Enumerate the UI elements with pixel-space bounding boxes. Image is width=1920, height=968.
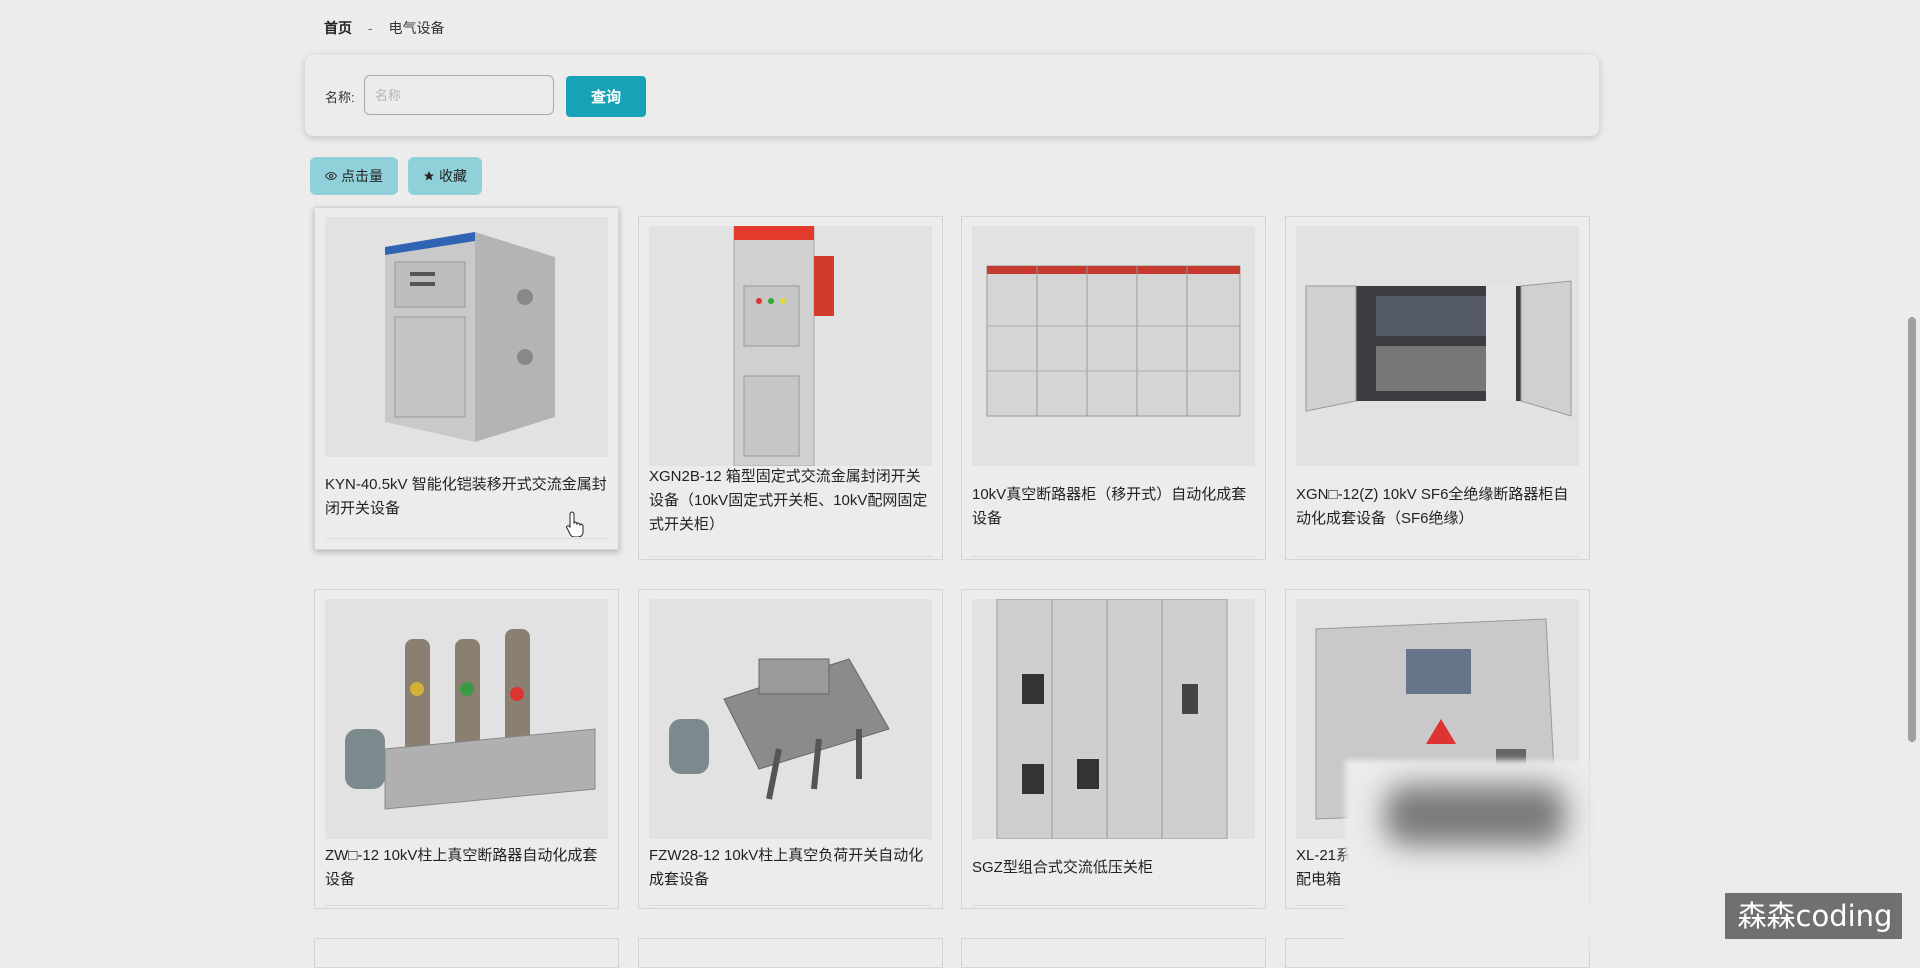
product-image: [649, 599, 932, 839]
blurred-region: [1345, 760, 1590, 952]
card-divider: [649, 905, 932, 906]
product-image: [325, 217, 608, 457]
product-card[interactable]: KYN-40.5kV 智能化铠装移开式交流金属封闭开关设备: [314, 207, 619, 550]
scrollbar-thumb[interactable]: [1908, 317, 1916, 742]
product-card[interactable]: SGZ型组合式交流低压关柜: [961, 589, 1266, 909]
product-image: [1296, 226, 1579, 466]
product-card[interactable]: FZW28-12 10kV柱上真空负荷开关自动化成套设备: [638, 589, 943, 909]
search-button[interactable]: 查询: [566, 76, 646, 117]
hand-cursor-icon: [566, 511, 584, 537]
product-image: [972, 599, 1255, 839]
sort-by-clicks-label: 点击量: [341, 168, 383, 184]
card-divider: [1296, 556, 1579, 557]
sort-by-clicks-button[interactable]: 点击量: [310, 157, 398, 195]
product-card[interactable]: [638, 938, 943, 968]
product-title[interactable]: 10kV真空断路器柜（移开式）自动化成套设备: [972, 483, 1257, 531]
watermark: 森森coding: [1725, 893, 1905, 939]
product-image: [649, 226, 932, 466]
card-divider: [972, 905, 1255, 906]
card-divider: [325, 538, 608, 539]
breadcrumb: 首页 - 电气设备: [324, 18, 444, 38]
breadcrumb-home-link[interactable]: 首页: [324, 20, 352, 36]
breadcrumb-current: 电气设备: [388, 20, 445, 36]
card-divider: [972, 556, 1255, 557]
scrollbar[interactable]: [1902, 0, 1920, 952]
product-card[interactable]: XGN2B-12 箱型固定式交流金属封闭开关设备（10kV固定式开关柜、10kV…: [638, 216, 943, 560]
card-divider: [649, 556, 932, 557]
sort-by-favorites-label: 收藏: [439, 168, 467, 184]
eye-icon: [325, 171, 337, 181]
product-card[interactable]: ZW□-12 10kV柱上真空断路器自动化成套设备: [314, 589, 619, 909]
search-panel: 名称: 查询: [305, 55, 1599, 136]
star-icon: [424, 171, 434, 181]
product-card[interactable]: [314, 938, 619, 968]
product-card[interactable]: 10kV真空断路器柜（移开式）自动化成套设备: [961, 216, 1266, 560]
search-input[interactable]: [364, 75, 554, 115]
search-label: 名称:: [325, 90, 355, 105]
product-image: [972, 226, 1255, 466]
product-card[interactable]: XGN□-12(Z) 10kV SF6全绝缘断路器柜自动化成套设备（SF6绝缘）: [1285, 216, 1590, 560]
product-image: [325, 599, 608, 839]
product-title[interactable]: XGN2B-12 箱型固定式交流金属封闭开关设备（10kV固定式开关柜、10kV…: [649, 465, 934, 537]
product-card[interactable]: [961, 938, 1266, 968]
card-divider: [325, 905, 608, 906]
product-title[interactable]: ZW□-12 10kV柱上真空断路器自动化成套设备: [325, 844, 610, 892]
product-title[interactable]: FZW28-12 10kV柱上真空负荷开关自动化成套设备: [649, 844, 934, 892]
sort-by-favorites-button[interactable]: 收藏: [408, 157, 482, 195]
product-title[interactable]: XGN□-12(Z) 10kV SF6全绝缘断路器柜自动化成套设备（SF6绝缘）: [1296, 483, 1581, 531]
breadcrumb-separator: -: [367, 20, 373, 36]
product-title[interactable]: SGZ型组合式交流低压关柜: [972, 856, 1257, 880]
